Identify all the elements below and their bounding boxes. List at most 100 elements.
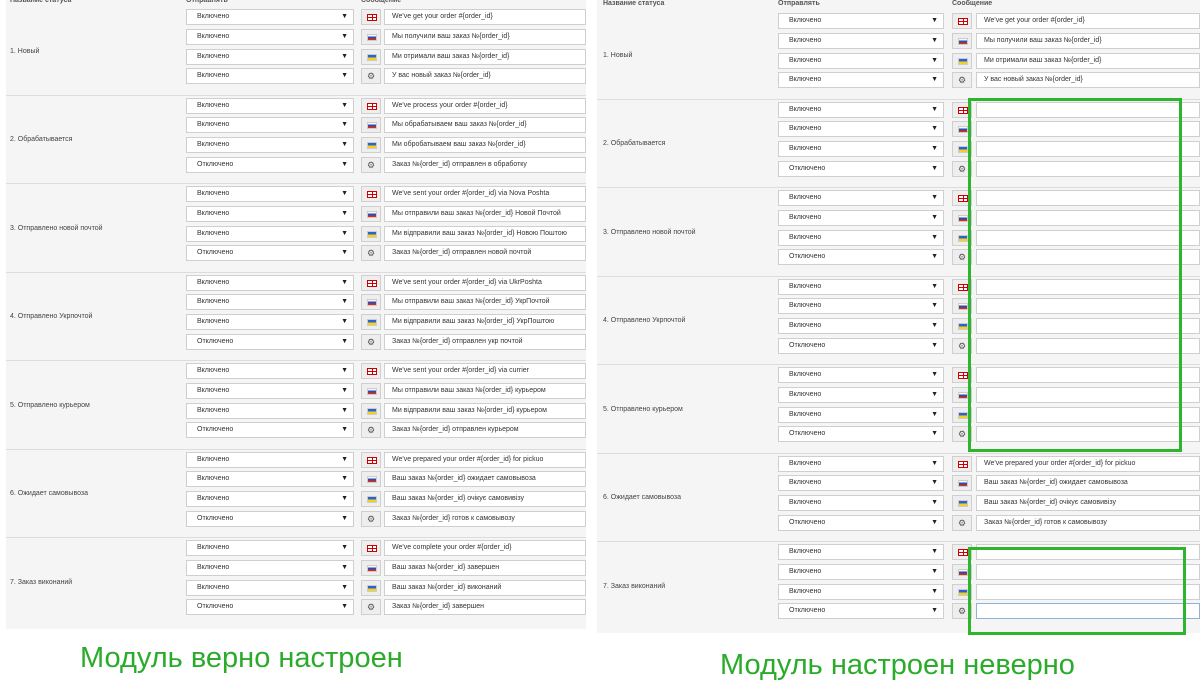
- left-message-input[interactable]: Мы отправили ваш заказ №{order_id} курье…: [384, 382, 586, 399]
- right-message-input[interactable]: Мы получили ваш заказ №{order_id}: [976, 32, 1200, 49]
- left-message-input[interactable]: Заказ №{order_id} отправлен новой почтой: [384, 245, 586, 262]
- left-message-input[interactable]: We've sent your order #{order_id} via No…: [384, 186, 586, 202]
- right-send-select[interactable]: Включено ▼: [778, 13, 944, 29]
- left-message-input[interactable]: Мы получили ваш заказ №{order_id}: [384, 28, 586, 45]
- left-message-input[interactable]: Ваш заказ №{order_id} ожидает самовывоза: [384, 471, 586, 488]
- left-send-select[interactable]: Отключено ▼: [186, 422, 354, 439]
- right-send-select[interactable]: Включено ▼: [778, 406, 944, 423]
- left-message-input[interactable]: Ваш заказ №{order_id} завершен: [384, 559, 586, 576]
- left-send-select[interactable]: Отключено ▼: [186, 245, 354, 262]
- left-message-input[interactable]: Заказ №{order_id} отправлен в обработку: [384, 156, 586, 173]
- left-message-input[interactable]: Заказ №{order_id} отправлен курьером: [384, 422, 586, 439]
- left-message-input[interactable]: Заказ №{order_id} завершен: [384, 599, 586, 616]
- right-message-input[interactable]: У вас новый заказ №{order_id}: [976, 72, 1200, 89]
- right-message-input[interactable]: We've prepared your order #{order_id} fo…: [976, 455, 1200, 472]
- right-send-select[interactable]: Включено ▼: [778, 278, 944, 295]
- left-send-select[interactable]: Включено ▼: [186, 540, 354, 556]
- right-message-input[interactable]: We've get your order #{order_id}: [976, 13, 1200, 29]
- left-send-select[interactable]: Включено ▼: [186, 559, 354, 576]
- russian-flag-icon: [958, 568, 968, 576]
- right-send-select[interactable]: Включено ▼: [778, 298, 944, 315]
- left-message-input[interactable]: Ваш заказ №{order_id} очікує самовивізу: [384, 491, 586, 508]
- right-send-select[interactable]: Включено ▼: [778, 52, 944, 69]
- left-send-select[interactable]: Включено ▼: [186, 205, 354, 222]
- right-send-select[interactable]: Отключено ▼: [778, 249, 944, 266]
- russian-flag-icon: [367, 564, 377, 572]
- right-send-select[interactable]: Отключено ▼: [778, 426, 944, 443]
- right-send-select[interactable]: Включено ▼: [778, 495, 944, 512]
- left-message-input[interactable]: We've sent your order #{order_id} via Uk…: [384, 274, 586, 291]
- left-message-input[interactable]: Заказ №{order_id} готов к самовывозу: [384, 510, 586, 527]
- left-send-select[interactable]: Отключено ▼: [186, 156, 354, 173]
- dropdown-arrow-icon: ▼: [341, 318, 348, 326]
- left-send-select[interactable]: Включено ▼: [186, 314, 354, 331]
- left-send-select[interactable]: Включено ▼: [186, 97, 354, 114]
- right-send-select[interactable]: Отключено ▼: [778, 514, 944, 531]
- right-send-select[interactable]: Включено ▼: [778, 563, 944, 580]
- left-language-addon: [361, 205, 381, 222]
- left-message-input[interactable]: Ми відправили ваш заказ №{order_id} УкрП…: [384, 314, 586, 331]
- right-send-select[interactable]: Включено ▼: [778, 475, 944, 492]
- right-send-select[interactable]: Включено ▼: [778, 190, 944, 206]
- left-message-input[interactable]: Ми обробатываем ваш заказ №{order_id}: [384, 137, 586, 154]
- send-select-value: Включено: [789, 371, 822, 378]
- left-message-input[interactable]: We've complete your order #{order_id}: [384, 540, 586, 556]
- right-language-addon: [952, 13, 972, 29]
- left-message-input[interactable]: Ми отримали ваш заказ №{order_id}: [384, 48, 586, 65]
- left-message-input[interactable]: Мы отправили ваш заказ №{order_id} УкрПо…: [384, 294, 586, 311]
- left-send-select[interactable]: Включено ▼: [186, 28, 354, 45]
- left-send-select[interactable]: Включено ▼: [186, 579, 354, 596]
- left-send-select[interactable]: Отключено ▼: [186, 599, 354, 616]
- right-send-select[interactable]: Включено ▼: [778, 121, 944, 138]
- right-send-select[interactable]: Отключено ▼: [778, 337, 944, 354]
- left-send-select[interactable]: Включено ▼: [186, 402, 354, 419]
- right-send-select[interactable]: Отключено ▼: [778, 160, 944, 177]
- left-send-select[interactable]: Включено ▼: [186, 68, 354, 85]
- ukrainian-flag-icon: [367, 319, 377, 327]
- left-message-input[interactable]: У вас новый заказ №{order_id}: [384, 68, 586, 85]
- left-send-select[interactable]: Включено ▼: [186, 225, 354, 242]
- right-message-input[interactable]: Ми отримали ваш заказ №{order_id}: [976, 52, 1200, 69]
- right-message-input[interactable]: Ваш заказ №{order_id} ожидает самовывоза: [976, 475, 1200, 492]
- right-send-select[interactable]: Включено ▼: [778, 367, 944, 383]
- right-send-select[interactable]: Включено ▼: [778, 72, 944, 89]
- left-send-select[interactable]: Включено ▼: [186, 117, 354, 134]
- left-send-select[interactable]: Включено ▼: [186, 137, 354, 154]
- right-send-select[interactable]: Включено ▼: [778, 544, 944, 560]
- left-language-addon: ⚙: [361, 599, 381, 616]
- left-send-select[interactable]: Включено ▼: [186, 471, 354, 488]
- left-message-input[interactable]: Мы обрабатываем ваш заказ №{order_id}: [384, 117, 586, 134]
- left-message-input[interactable]: Ми відправили ваш заказ №{order_id} Ново…: [384, 225, 586, 242]
- left-send-select[interactable]: Включено ▼: [186, 48, 354, 65]
- left-send-select[interactable]: Включено ▼: [186, 491, 354, 508]
- left-message-input[interactable]: Мы отправили ваш заказ №{order_id} Новой…: [384, 205, 586, 222]
- left-send-select[interactable]: Включено ▼: [186, 294, 354, 311]
- left-send-select[interactable]: Включено ▼: [186, 363, 354, 379]
- right-send-select[interactable]: Включено ▼: [778, 101, 944, 118]
- right-send-select[interactable]: Включено ▼: [778, 455, 944, 472]
- right-send-select[interactable]: Включено ▼: [778, 583, 944, 600]
- right-message-input[interactable]: Заказ №{order_id} готов к самовывозу: [976, 514, 1200, 531]
- right-message-input[interactable]: Ваш заказ №{order_id} очікує самовивізу: [976, 495, 1200, 512]
- left-send-select[interactable]: Включено ▼: [186, 274, 354, 291]
- right-send-select[interactable]: Включено ▼: [778, 318, 944, 335]
- left-message-input[interactable]: Ми відправили ваш заказ №{order_id} курь…: [384, 402, 586, 419]
- right-send-select[interactable]: Включено ▼: [778, 229, 944, 246]
- left-message-input[interactable]: We've prepared your order #{order_id} fo…: [384, 451, 586, 468]
- left-message-input[interactable]: Ваш заказ №{order_id} виконаний: [384, 579, 586, 596]
- left-send-select[interactable]: Отключено ▼: [186, 510, 354, 527]
- right-send-select[interactable]: Отключено ▼: [778, 603, 944, 620]
- left-message-input[interactable]: We've process your order #{order_id}: [384, 97, 586, 114]
- left-send-select[interactable]: Включено ▼: [186, 9, 354, 25]
- left-send-select[interactable]: Включено ▼: [186, 451, 354, 468]
- left-send-select[interactable]: Включено ▼: [186, 186, 354, 202]
- right-send-select[interactable]: Включено ▼: [778, 386, 944, 403]
- right-send-select[interactable]: Включено ▼: [778, 32, 944, 49]
- right-send-select[interactable]: Включено ▼: [778, 141, 944, 158]
- left-send-select[interactable]: Включено ▼: [186, 382, 354, 399]
- left-message-input[interactable]: We've get your order #{order_id}: [384, 9, 586, 25]
- right-send-select[interactable]: Включено ▼: [778, 209, 944, 226]
- left-message-input[interactable]: Заказ №{order_id} отправлен укр почтой: [384, 333, 586, 350]
- left-message-input[interactable]: We've sent your order #{order_id} via cu…: [384, 363, 586, 379]
- left-send-select[interactable]: Отключено ▼: [186, 333, 354, 350]
